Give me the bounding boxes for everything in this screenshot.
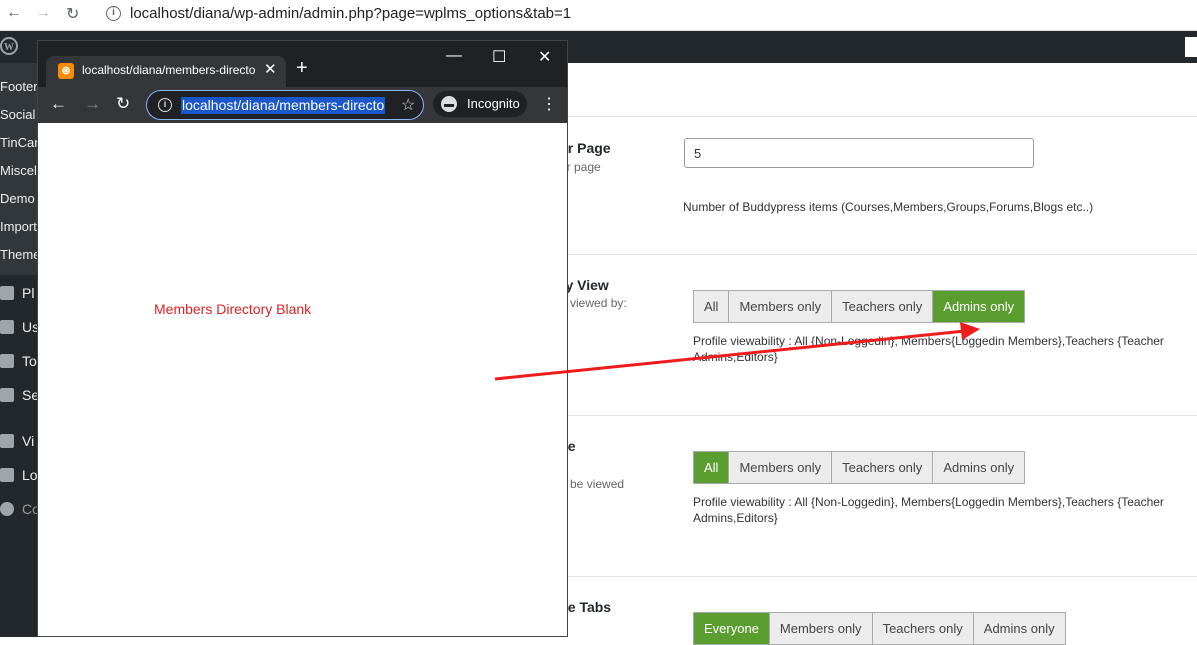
sidebar-subitem-miscellaneous[interactable]: Miscel xyxy=(0,163,37,178)
svg-text:W: W xyxy=(4,42,14,53)
maximize-icon[interactable]: ☐ xyxy=(492,47,506,67)
directory-view-subtitle: e viewed by: xyxy=(560,296,627,310)
sidebar-subitem-demo[interactable]: Demo xyxy=(0,191,35,206)
profile-view-subtitle: n be viewed xyxy=(560,477,625,491)
profile-view-option-teachers[interactable]: Teachers only xyxy=(832,452,934,483)
profile-tabs-option-members[interactable]: Members only xyxy=(769,613,873,644)
reload-icon[interactable]: ↻ xyxy=(66,4,79,24)
kebab-menu-icon[interactable]: ⋮ xyxy=(541,94,557,114)
incognito-icon xyxy=(441,96,457,112)
popup-url-text[interactable]: localhost/diana/members-directo xyxy=(181,97,386,114)
sidebar-item-label: Lo xyxy=(22,467,38,483)
sidebar-item-vibe[interactable]: Vi xyxy=(0,433,34,449)
popup-titlebar: ⊛ localhost/diana/members-directo ✕ + — … xyxy=(38,41,567,87)
sidebar-subitem-footer[interactable]: Footer xyxy=(0,79,38,94)
popup-tab-title: localhost/diana/members-directo xyxy=(82,63,256,77)
items-per-page-input[interactable] xyxy=(684,138,1034,168)
collapse-icon xyxy=(0,502,14,516)
close-tab-icon[interactable]: ✕ xyxy=(264,60,277,78)
popup-address-bar[interactable]: i localhost/diana/members-directo ☆ xyxy=(146,90,424,120)
profile-tabs-option-teachers[interactable]: Teachers only xyxy=(872,613,974,644)
profile-tabs-toggle-group: Everyone Members only Teachers only Admi… xyxy=(693,612,1066,645)
plugins-icon xyxy=(0,286,14,300)
scrollbar-thumb[interactable] xyxy=(1185,37,1197,57)
wordpress-logo-icon[interactable]: W xyxy=(0,33,30,63)
row-divider xyxy=(568,254,1197,255)
sidebar-subitem-tincan[interactable]: TinCan xyxy=(0,135,40,150)
tools-icon xyxy=(0,354,14,368)
profile-tabs-option-everyone[interactable]: Everyone xyxy=(694,613,770,644)
directory-view-option-all[interactable]: All xyxy=(694,291,730,322)
sidebar-subitem-import[interactable]: Import xyxy=(0,219,37,234)
forward-arrow-icon[interactable]: → xyxy=(84,94,101,114)
sidebar-item-users[interactable]: Us xyxy=(0,319,39,335)
minimize-icon[interactable]: — xyxy=(446,47,462,65)
profile-view-toggle-group: All Members only Teachers only Admins on… xyxy=(693,451,1026,484)
incognito-badge[interactable]: Incognito xyxy=(433,91,527,117)
sidebar-item-collapse[interactable]: Co xyxy=(0,501,40,517)
wp-admin-sidebar: Footer Social TinCan Miscel Demo Import … xyxy=(0,63,40,637)
users-icon xyxy=(0,320,14,334)
bookmark-star-icon[interactable]: ☆ xyxy=(401,95,415,115)
row-divider xyxy=(568,415,1197,416)
incognito-label: Incognito xyxy=(467,96,520,111)
outer-address-bar[interactable]: localhost/diana/wp-admin/admin.php?page=… xyxy=(130,5,571,22)
sidebar-item-label: Vi xyxy=(22,433,35,449)
directory-view-option-teachers[interactable]: Teachers only xyxy=(832,291,934,322)
items-per-page-description: Number of Buddypress items (Courses,Memb… xyxy=(683,200,1094,214)
profile-view-option-members[interactable]: Members only xyxy=(729,452,833,483)
sidebar-item-settings[interactable]: Se xyxy=(0,387,39,403)
xampp-icon: ⊛ xyxy=(58,63,74,79)
profile-view-description-2: Admins,Editors} xyxy=(693,511,778,525)
profile-tabs-option-admins[interactable]: Admins only xyxy=(973,613,1065,644)
directory-view-toggle-group: All Members only Teachers only Admins on… xyxy=(693,290,1026,323)
sidebar-item-label: To xyxy=(22,353,37,369)
sidebar-item-plugins[interactable]: Pl xyxy=(0,285,34,301)
sidebar-item-tools[interactable]: To xyxy=(0,353,37,369)
directory-view-option-members[interactable]: Members only xyxy=(729,291,833,322)
forward-arrow-icon[interactable]: → xyxy=(35,4,51,22)
popup-toolbar: ← → ↻ i localhost/diana/members-directo … xyxy=(38,87,567,123)
directory-view-description-1: Profile viewability : All {Non-Loggedin}… xyxy=(693,334,1164,348)
incognito-browser-window: ⊛ localhost/diana/members-directo ✕ + — … xyxy=(37,40,568,637)
profile-view-description-1: Profile viewability : All {Non-Loggedin}… xyxy=(693,495,1164,509)
reload-icon[interactable]: ↻ xyxy=(116,94,130,114)
info-icon[interactable]: i xyxy=(106,6,121,21)
popup-tab[interactable]: ⊛ localhost/diana/members-directo ✕ xyxy=(46,56,286,87)
directory-view-description-2: Admins,Editors} xyxy=(693,350,778,364)
close-window-icon[interactable]: ✕ xyxy=(538,47,551,67)
profile-view-option-admins[interactable]: Admins only xyxy=(933,452,1025,483)
profile-view-option-all[interactable]: All xyxy=(694,452,730,483)
vibe-icon xyxy=(0,434,14,448)
info-icon[interactable]: i xyxy=(158,98,172,112)
new-tab-icon[interactable]: + xyxy=(296,57,308,80)
row-divider xyxy=(568,116,1197,117)
directory-view-option-admins[interactable]: Admins only xyxy=(933,291,1025,322)
sidebar-subitem-social[interactable]: Social xyxy=(0,107,35,122)
blank-page-message: Members Directory Blank xyxy=(154,301,312,317)
sidebar-item-lms[interactable]: Lo xyxy=(0,467,38,483)
lms-icon xyxy=(0,468,14,482)
row-divider xyxy=(568,576,1197,577)
sidebar-item-label: Pl xyxy=(22,285,35,301)
settings-icon xyxy=(0,388,14,402)
popup-page-content: Members Directory Blank xyxy=(38,123,567,636)
back-arrow-icon[interactable]: ← xyxy=(6,4,22,22)
sidebar-subitem-theme[interactable]: Theme xyxy=(0,247,40,262)
outer-browser-toolbar: ← → ↻ i localhost/diana/wp-admin/admin.p… xyxy=(0,0,1197,31)
back-arrow-icon[interactable]: ← xyxy=(50,94,67,114)
